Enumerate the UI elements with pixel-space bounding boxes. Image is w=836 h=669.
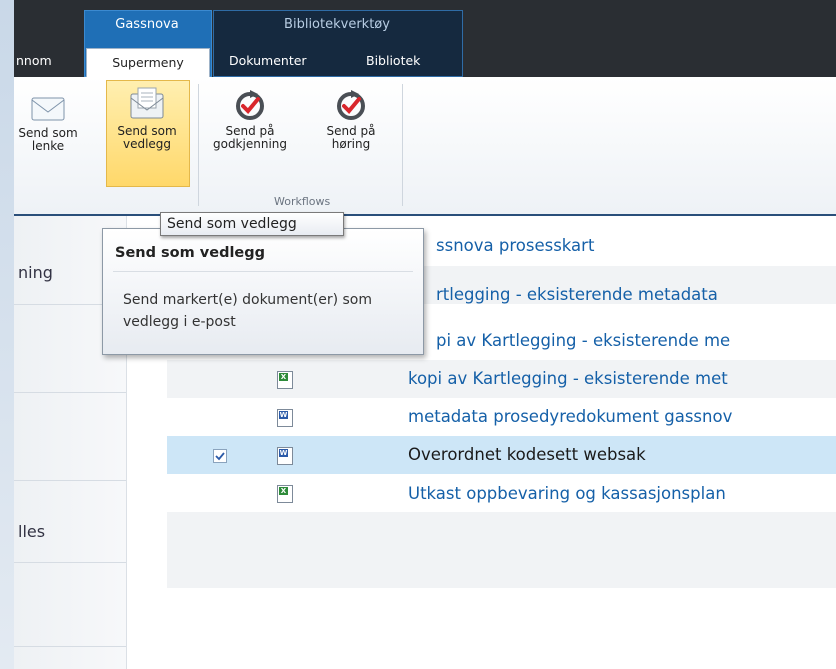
context-label-bibliotekverktoy: Bibliotekverktøy <box>284 17 390 32</box>
send-som-lenke-line2: lenke <box>31 139 65 153</box>
ribbon-group-label: Workflows <box>274 195 331 208</box>
send-pa-horing-button[interactable]: Send på høring <box>311 80 391 151</box>
checkmark-icon <box>215 452 225 461</box>
ribbon-separator <box>198 84 199 206</box>
send-pa-godkjenning-line2: godkjenning <box>212 137 287 151</box>
send-som-lenke-button[interactable]: Send som lenke <box>14 80 88 153</box>
send-pa-godkjenning-button[interactable]: Send på godkjenning <box>210 80 290 151</box>
tab-supermeny[interactable]: Supermeny <box>86 48 210 78</box>
nav-item-2[interactable]: lles <box>14 522 130 544</box>
word-document-icon: W <box>277 447 293 465</box>
excel-document-icon: X <box>277 485 293 503</box>
excel-document-icon: X <box>277 371 293 389</box>
list-empty-area <box>167 512 836 588</box>
hover-tooltip: Send som vedlegg <box>160 212 344 236</box>
context-label-gassnova: Gassnova <box>115 17 179 32</box>
nav-divider <box>14 562 126 563</box>
tab-bibliotek[interactable]: Bibliotek <box>366 50 446 72</box>
document-link[interactable]: Overordnet kodesett websak <box>408 445 646 464</box>
ribbon-separator <box>402 84 403 206</box>
document-link[interactable]: metadata prosedyredokument gassnov <box>408 407 732 426</box>
send-pa-horing-line2: høring <box>331 137 371 151</box>
desktop-edge <box>0 0 14 669</box>
nav-divider <box>14 392 126 393</box>
tooltip-body: Send markert(e) dokument(er) som vedlegg… <box>123 292 372 330</box>
sharepoint-window: Gassnova Bibliotekverktøy nnom Supermeny… <box>14 0 836 669</box>
tooltip-title: Send som vedlegg <box>115 245 266 261</box>
nav-divider <box>14 480 126 481</box>
document-link[interactable]: ssnova prosesskart <box>436 236 594 255</box>
envelope-attachment-icon <box>130 87 164 119</box>
workflow-approval-icon <box>236 90 264 120</box>
row-checkbox[interactable] <box>213 449 227 463</box>
nav-divider <box>14 646 126 647</box>
document-link[interactable]: Utkast oppbevaring og kassasjonsplan <box>408 484 726 503</box>
send-som-vedlegg-button[interactable]: Send som vedlegg <box>107 80 187 151</box>
tab-dokumenter[interactable]: Dokumenter <box>229 50 329 72</box>
word-document-icon: W <box>277 409 293 427</box>
workflow-hearing-icon <box>337 90 365 120</box>
tooltip-divider <box>113 271 413 272</box>
tab-kunnom[interactable]: nnom <box>14 50 76 72</box>
document-link[interactable]: kopi av Kartlegging - eksisterende met <box>408 369 728 388</box>
envelope-icon <box>31 97 65 121</box>
document-link[interactable]: rtlegging - eksisterende metadata <box>436 285 718 304</box>
send-som-vedlegg-line2: vedlegg <box>122 137 172 151</box>
document-link[interactable]: pi av Kartlegging - eksisterende me <box>436 331 730 350</box>
super-tooltip: Send som vedlegg Send markert(e) dokumen… <box>102 228 424 355</box>
